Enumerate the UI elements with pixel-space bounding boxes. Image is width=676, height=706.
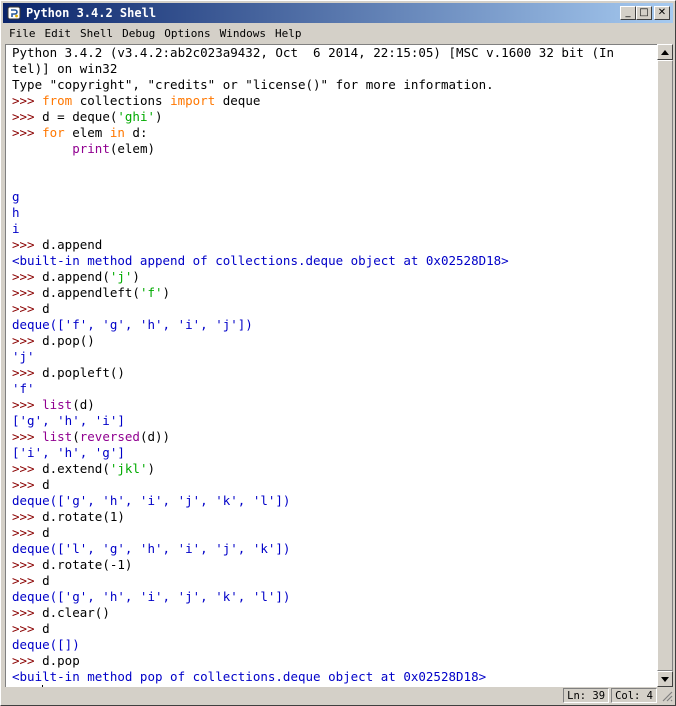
status-bar: Ln: 39 Col: 4 <box>3 687 673 704</box>
banner-line: Type "copyright", "credits" or "license(… <box>12 77 494 92</box>
menu-windows[interactable]: Windows <box>216 27 270 40</box>
scroll-down-button[interactable] <box>657 671 673 687</box>
arrow-up-icon <box>661 49 669 55</box>
shell-output: Python 3.4.2 (v3.4.2:ab2c023a9432, Oct 6… <box>6 45 657 687</box>
output-line: g <box>12 189 20 204</box>
maximize-button[interactable]: □ <box>636 6 652 20</box>
input-continuation-line: print(elem) <box>72 141 156 156</box>
output-line: <built-in method pop of collections.dequ… <box>12 669 487 684</box>
input-line: >>> d.clear() <box>12 605 110 620</box>
output-line: ['i', 'h', 'g'] <box>12 445 125 460</box>
resize-grip-icon[interactable] <box>659 688 673 703</box>
input-line: >>> list(d) <box>12 397 95 412</box>
python-idle-icon[interactable] <box>6 5 22 21</box>
close-icon: ✕ <box>657 7 667 18</box>
input-line: >>> d <box>12 301 50 316</box>
maximize-icon: □ <box>639 7 649 18</box>
menu-bar: File Edit Shell Debug Options Windows He… <box>3 24 673 43</box>
status-line: Ln: 39 <box>563 688 610 703</box>
title-bar[interactable]: Python 3.4.2 Shell _ □ ✕ <box>3 3 673 23</box>
shell-text-area[interactable]: Python 3.4.2 (v3.4.2:ab2c023a9432, Oct 6… <box>5 44 657 687</box>
output-line: 'j' <box>12 349 35 364</box>
input-line: >>> d.append <box>12 237 103 252</box>
input-line: >>> d.extend('jkl') <box>12 461 156 476</box>
input-line: >>> d.popleft() <box>12 365 125 380</box>
output-line: deque(['g', 'h', 'i', 'j', 'k', 'l']) <box>12 589 291 604</box>
input-line: >>> d.appendleft('f') <box>12 285 171 300</box>
scroll-up-button[interactable] <box>657 44 673 60</box>
status-column: Col: 4 <box>611 688 657 703</box>
input-line: >>> d <box>12 621 50 636</box>
menu-shell[interactable]: Shell <box>76 27 117 40</box>
menu-file[interactable]: File <box>3 27 40 40</box>
minimize-icon: _ <box>625 7 631 18</box>
input-line: >>> d.pop <box>12 653 80 668</box>
idle-shell-window: Python 3.4.2 Shell _ □ ✕ File Edit Shell… <box>0 0 676 706</box>
output-line: deque(['f', 'g', 'h', 'i', 'j']) <box>12 317 253 332</box>
output-line: deque(['g', 'h', 'i', 'j', 'k', 'l']) <box>12 493 291 508</box>
menu-options[interactable]: Options <box>160 27 214 40</box>
input-line: >>> d.rotate(-1) <box>12 557 133 572</box>
close-button[interactable]: ✕ <box>654 6 670 20</box>
scrollbar-thumb[interactable] <box>657 60 673 671</box>
menu-debug[interactable]: Debug <box>118 27 159 40</box>
input-line: >>> d <box>12 573 50 588</box>
banner-line: tel)] on win32 <box>12 61 118 76</box>
input-line: >>> d.rotate(1) <box>12 509 125 524</box>
input-line: >>> d <box>12 477 50 492</box>
window-title: Python 3.4.2 Shell <box>26 6 157 20</box>
input-line: >>> d.append('j') <box>12 269 140 284</box>
input-line: >>> for elem in d: <box>12 125 148 140</box>
input-line: >>> d.pop() <box>12 333 95 348</box>
input-line: >>> list(reversed(d)) <box>12 429 171 444</box>
input-line: >>> d <box>12 525 50 540</box>
window-controls: _ □ ✕ <box>620 6 670 20</box>
menu-edit[interactable]: Edit <box>41 27 76 40</box>
output-line: ['g', 'h', 'i'] <box>12 413 125 428</box>
vertical-scrollbar[interactable] <box>657 44 673 687</box>
output-line: deque([]) <box>12 637 80 652</box>
output-line: 'f' <box>12 381 35 396</box>
input-line: >>> from collections import deque <box>12 93 261 108</box>
arrow-down-icon <box>661 676 669 682</box>
input-line: >>> d = deque('ghi') <box>12 109 163 124</box>
output-line: i <box>12 221 20 236</box>
output-line: h <box>12 205 20 220</box>
menu-help[interactable]: Help <box>271 27 306 40</box>
minimize-button[interactable]: _ <box>620 6 636 20</box>
banner-line: Python 3.4.2 (v3.4.2:ab2c023a9432, Oct 6… <box>12 45 615 60</box>
output-line: deque(['l', 'g', 'h', 'i', 'j', 'k']) <box>12 541 291 556</box>
output-line: <built-in method append of collections.d… <box>12 253 509 268</box>
